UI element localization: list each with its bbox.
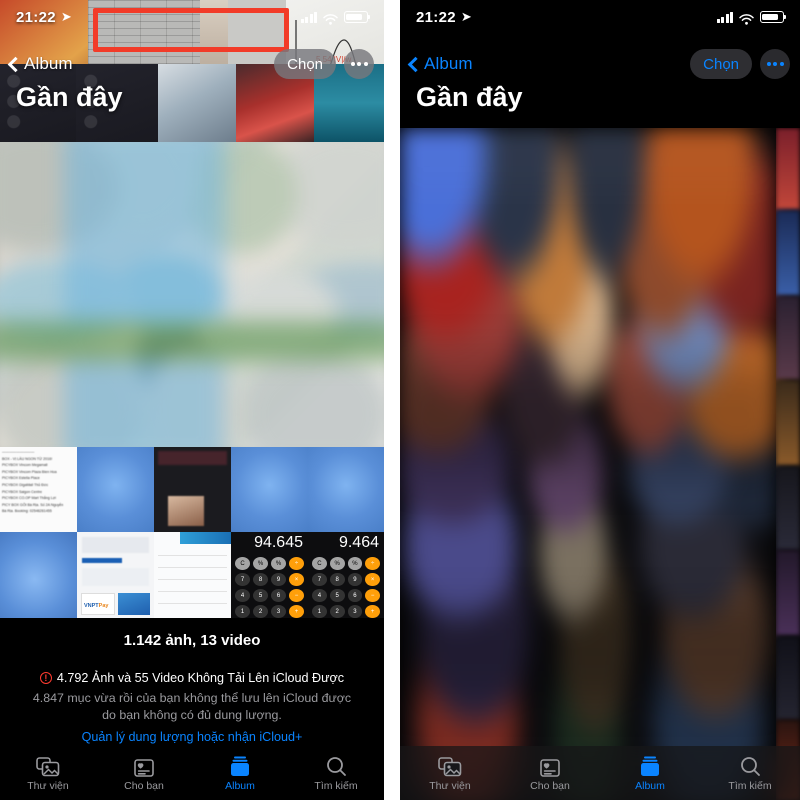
page-title: Gần đây bbox=[16, 82, 123, 112]
select-button[interactable]: Chọn bbox=[274, 49, 336, 79]
thumbnail-wallpaper-4[interactable] bbox=[0, 532, 77, 618]
right-photo-grid[interactable] bbox=[400, 128, 800, 800]
thumbnail-wallpaper-3[interactable] bbox=[308, 447, 384, 532]
tab-albums-label: Album bbox=[635, 779, 665, 792]
comparison-screenshot: 5.54 |V|/w ————————— BO bbox=[0, 0, 800, 800]
photo-library-icon bbox=[438, 755, 462, 777]
chevron-left-icon bbox=[407, 56, 424, 72]
tab-search-label: Tìm kiếm bbox=[728, 779, 772, 792]
status-time: 21:22 bbox=[416, 8, 456, 26]
battery-icon bbox=[344, 11, 370, 23]
thumbnail-calculator-1[interactable]: 94.645 C % % ÷ 7 8 9 × 4 5 6 − 1 2 3 + bbox=[231, 532, 308, 618]
right-status-bar: 21:22 ➤ bbox=[400, 0, 800, 34]
right-edge-thumbnail-strip[interactable] bbox=[776, 128, 800, 800]
tab-library[interactable]: Thư viện bbox=[400, 755, 500, 792]
back-label: Album bbox=[424, 54, 473, 73]
for-you-card-icon bbox=[134, 755, 154, 777]
back-label: Album bbox=[24, 54, 73, 73]
search-icon bbox=[740, 755, 761, 777]
battery-icon bbox=[760, 11, 786, 23]
right-nav-bar: Album Chọn bbox=[400, 42, 800, 86]
left-phone-screenshot: 5.54 |V|/w ————————— BO bbox=[0, 0, 384, 800]
thumbnail-dark-post[interactable] bbox=[154, 447, 231, 532]
search-icon bbox=[326, 755, 347, 777]
thumbnail-calculator-2[interactable]: 9.464 C % % ÷ 7 8 9 × 4 5 6 − 1 2 3 + bbox=[308, 532, 384, 618]
tab-search[interactable]: Tìm kiếm bbox=[700, 755, 800, 792]
tab-albums[interactable]: Album bbox=[600, 755, 700, 792]
left-thumbnail-row-3: ————————— BOX - VỊ LẨU NGON TỪ 2016! PIC… bbox=[0, 447, 384, 532]
status-time: 21:22 bbox=[16, 8, 56, 26]
left-status-bar: 21:22 ➤ bbox=[0, 0, 384, 34]
tab-albums-label: Album bbox=[225, 779, 255, 792]
icloud-warning-body-line2: do bạn không có đủ dung lượng. bbox=[102, 708, 282, 722]
thumbnail-wallpaper-2[interactable] bbox=[231, 447, 308, 532]
location-arrow-icon: ➤ bbox=[460, 9, 472, 24]
back-to-album-button[interactable]: Album bbox=[7, 54, 73, 74]
calculator-display-1: 94.645 bbox=[254, 534, 303, 551]
left-photo-grid[interactable] bbox=[0, 142, 384, 447]
left-tab-bar: Thư viện Cho bạn Album Tìm kiếm bbox=[0, 746, 384, 800]
photo-count-label: 1.142 ảnh, 13 video bbox=[123, 632, 261, 649]
for-you-card-icon bbox=[540, 755, 560, 777]
tab-search-label: Tìm kiếm bbox=[314, 779, 358, 792]
tab-albums[interactable]: Album bbox=[192, 755, 288, 792]
calculator-display-2: 9.464 bbox=[338, 534, 379, 551]
exclamation-circle-icon: ! bbox=[39, 672, 52, 684]
tab-library-label: Thư viện bbox=[27, 779, 69, 792]
tab-for-you[interactable]: Cho bạn bbox=[500, 755, 600, 792]
tab-library[interactable]: Thư viện bbox=[0, 755, 96, 792]
photo-library-icon bbox=[36, 755, 60, 777]
tab-search[interactable]: Tìm kiếm bbox=[288, 755, 384, 792]
albums-icon bbox=[640, 755, 660, 777]
albums-icon bbox=[230, 755, 250, 777]
ellipsis-icon[interactable] bbox=[344, 49, 374, 79]
tab-for-you-label: Cho bạn bbox=[530, 779, 570, 792]
icloud-manage-storage-link[interactable]: Quản lý dung lượng hoặc nhận iCloud+ bbox=[0, 730, 384, 744]
tab-library-label: Thư viện bbox=[429, 779, 471, 792]
right-tab-bar: Thư viện Cho bạn Album Tìm kiếm bbox=[400, 746, 800, 800]
tab-for-you-label: Cho bạn bbox=[124, 779, 164, 792]
location-arrow-icon: ➤ bbox=[60, 9, 72, 24]
ellipsis-icon[interactable] bbox=[760, 49, 790, 79]
right-phone-screenshot: 21:22 ➤ Album Chọn Gần đây Thư viện Cho … bbox=[400, 0, 800, 800]
cellular-signal-icon bbox=[716, 11, 733, 23]
left-footer-info: 1.142 ảnh, 13 video ! 4.792 Ảnh và 55 Vi… bbox=[0, 618, 384, 746]
left-thumbnail-row-4: VNPTPay 94.645 C % % ÷ 7 8 9 × 4 5 6 − 1… bbox=[0, 532, 384, 618]
wifi-icon bbox=[323, 12, 338, 25]
left-nav-bar: Album Chọn bbox=[0, 42, 384, 86]
icloud-warning-title-row: ! 4.792 Ảnh và 55 Video Không Tải Lên iC… bbox=[0, 671, 384, 685]
cellular-signal-icon bbox=[300, 11, 317, 23]
icloud-warning-title: 4.792 Ảnh và 55 Video Không Tải Lên iClo… bbox=[56, 671, 345, 685]
thumbnail-settings-list[interactable] bbox=[154, 532, 231, 618]
chevron-left-icon bbox=[7, 56, 24, 72]
icloud-warning-body-line1: 4.847 mục vừa rồi của bạn không thể lưu … bbox=[32, 691, 352, 705]
wifi-icon bbox=[739, 12, 754, 25]
tab-for-you[interactable]: Cho bạn bbox=[96, 755, 192, 792]
back-to-album-button[interactable]: Album bbox=[407, 54, 473, 74]
page-title: Gần đây bbox=[416, 82, 523, 112]
thumbnail-wallpaper-1[interactable] bbox=[77, 447, 154, 532]
select-button[interactable]: Chọn bbox=[690, 49, 752, 79]
thumbnail-banking-app[interactable]: VNPTPay bbox=[77, 532, 154, 618]
thumbnail-restaurant-list[interactable]: ————————— BOX - VỊ LẨU NGON TỪ 2016! PIC… bbox=[0, 447, 77, 532]
